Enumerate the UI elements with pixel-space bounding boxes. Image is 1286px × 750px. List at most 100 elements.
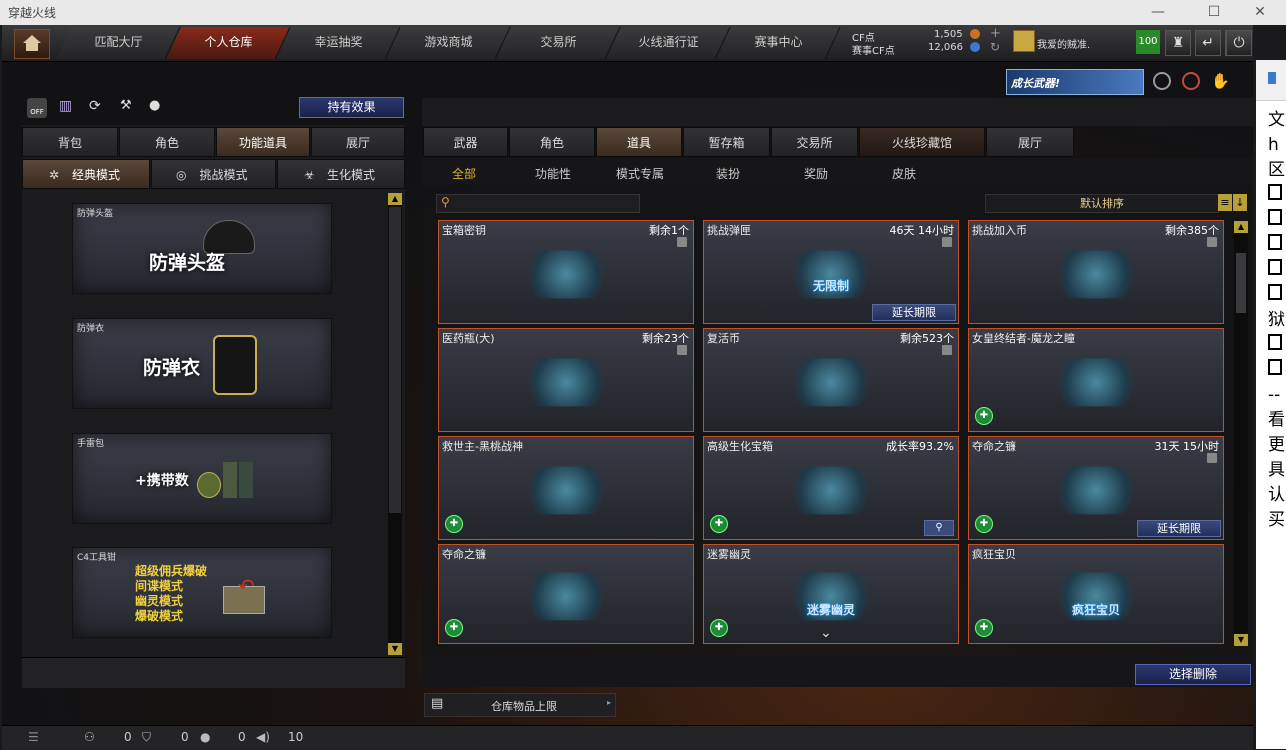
left-scrollbar[interactable]: ▲ ▼ xyxy=(388,193,402,655)
target-icon[interactable] xyxy=(1182,72,1200,90)
subtab-outfit[interactable]: 装扮 xyxy=(716,165,740,182)
preview-search-icon[interactable]: ⚲ xyxy=(924,520,954,536)
chat-icon[interactable]: ● xyxy=(200,730,210,744)
storage-limit-bar[interactable]: ▤ 仓库物品上限 ▸ xyxy=(424,693,616,717)
item-count: 46天 14小时 xyxy=(889,224,955,237)
item-card[interactable]: 救世主-黑桃战神 ✚ xyxy=(438,436,694,540)
nav-tab-exchange[interactable]: 交易所 xyxy=(496,27,621,59)
own-effect-button[interactable]: 持有效果 xyxy=(299,97,404,118)
stats-icon[interactable]: ▥ xyxy=(59,98,77,116)
grid-scroll-thumb[interactable] xyxy=(1236,253,1246,313)
mode-tab-challenge[interactable]: ◎ 挑战模式 xyxy=(151,159,276,189)
subtab-rewards[interactable]: 奖励 xyxy=(804,165,828,182)
maximize-icon[interactable]: ☐ xyxy=(1204,2,1224,22)
friends-icon[interactable]: ⚇ xyxy=(84,730,95,744)
grenade-icon[interactable]: ● xyxy=(149,98,167,116)
grid-scroll-up-icon[interactable]: ▲ xyxy=(1234,221,1248,233)
lock-icon[interactable] xyxy=(1207,453,1217,463)
right-tab-exchange[interactable]: 交易所 xyxy=(771,127,858,157)
return-icon[interactable]: ↵ xyxy=(1195,30,1221,56)
hand-icon[interactable]: ✋ xyxy=(1211,72,1230,90)
item-card[interactable]: 挑战弹匣 46天 14小时 无限制 延长期限 xyxy=(703,220,959,324)
right-tab-showroom[interactable]: 展厅 xyxy=(986,127,1074,157)
subtab-functional[interactable]: 功能性 xyxy=(535,165,571,182)
more-chevron-down-icon[interactable]: ⌄ xyxy=(820,625,832,641)
item-card[interactable]: 复活币 剩余523个 xyxy=(703,328,959,432)
left-tab-bag[interactable]: 背包 xyxy=(22,127,118,157)
nav-tab-lucky-draw[interactable]: 幸运抽奖 xyxy=(276,27,401,59)
menu-icon[interactable]: ☰ xyxy=(28,730,39,744)
subtab-mode-exclusive[interactable]: 模式专属 xyxy=(616,165,664,182)
nav-tab-warehouse[interactable]: 个人仓库 xyxy=(166,27,291,59)
volume-icon[interactable]: ◀) xyxy=(256,730,270,744)
left-tab-showroom[interactable]: 展厅 xyxy=(311,127,405,157)
right-tab-character[interactable]: 角色 xyxy=(509,127,595,157)
right-header-strip xyxy=(422,98,1253,126)
growth-weapon-banner[interactable]: 成长武器! xyxy=(1006,69,1144,95)
select-delete-button[interactable]: 选择删除 xyxy=(1135,664,1251,685)
nav-tab-events[interactable]: 赛事中心 xyxy=(716,27,841,59)
growth-badge-icon: ✚ xyxy=(975,619,993,637)
lock-icon[interactable] xyxy=(942,345,952,355)
mode-tab-biochem[interactable]: ☣ 生化模式 xyxy=(277,159,405,189)
grenade-pack-icon xyxy=(197,458,255,500)
shield-icon[interactable] xyxy=(1153,72,1171,90)
left-tab-functional-items[interactable]: 功能道具 xyxy=(216,127,310,157)
sort-direction-icon[interactable]: ↓ xyxy=(1233,194,1247,211)
item-count: 31天 15小时 xyxy=(1154,440,1220,453)
wrench-icon[interactable]: ⚒ xyxy=(120,98,138,116)
game-client: 匹配大厅 个人仓库 幸运抽奖 游戏商城 交易所 火线通行证 赛事中心 CF点 赛… xyxy=(2,25,1253,750)
home-button[interactable] xyxy=(14,29,50,59)
right-tab-storage[interactable]: 暂存箱 xyxy=(683,127,770,157)
scroll-up-icon[interactable]: ▲ xyxy=(388,193,402,205)
item-card[interactable]: 挑战加入币 剩余385个 xyxy=(968,220,1224,324)
card-vest[interactable]: 防弹衣 防弹衣 xyxy=(72,318,332,409)
item-card[interactable]: 夺命之镰 31天 15小时 ✚ 延长期限 xyxy=(968,436,1224,540)
card-helmet[interactable]: 防弹头盔 防弹头盔 xyxy=(72,203,332,294)
card-grenade-pack[interactable]: 手雷包 +携带数 xyxy=(72,433,332,524)
item-card[interactable]: 女皇终结者-魔龙之瞳 ✚ xyxy=(968,328,1224,432)
side-text-line: 看 xyxy=(1268,410,1285,430)
sort-list-icon[interactable]: ≡ xyxy=(1218,194,1232,211)
grid-scroll-down-icon[interactable]: ▼ xyxy=(1234,634,1248,646)
nav-tab-match-hall[interactable]: 匹配大厅 xyxy=(56,27,181,59)
status-bar: ☰ ⚇ 0 ⛉ 0 ● 0 ◀) 10 xyxy=(2,725,1253,750)
item-card[interactable]: 医药瓶(大) 剩余23个 xyxy=(438,328,694,432)
item-card[interactable]: 宝箱密钥 剩余1个 xyxy=(438,220,694,324)
extend-button[interactable]: 延长期限 xyxy=(872,304,956,321)
right-tab-items[interactable]: 道具 xyxy=(596,127,682,157)
lock-icon[interactable] xyxy=(942,237,952,247)
right-tab-collection[interactable]: 火线珍藏馆 xyxy=(859,127,985,157)
item-image xyxy=(786,466,876,515)
effects-off-icon[interactable]: OFF xyxy=(27,98,47,118)
card-c4-pliers[interactable]: C4工具钳 超级佣兵爆破 间谍模式 幽灵模式 爆破模式 ↶ xyxy=(72,547,332,638)
left-scroll-thumb[interactable] xyxy=(389,207,401,513)
scroll-down-icon[interactable]: ▼ xyxy=(388,643,402,655)
close-icon[interactable]: ✕ xyxy=(1250,2,1270,22)
subtab-skins[interactable]: 皮肤 xyxy=(892,165,916,182)
nav-tab-shop[interactable]: 游戏商城 xyxy=(386,27,511,59)
clan-icon[interactable]: ⛉ xyxy=(142,730,151,745)
right-tab-weapons[interactable]: 武器 xyxy=(423,127,508,157)
search-input[interactable] xyxy=(457,195,633,210)
extend-button[interactable]: 延长期限 xyxy=(1137,520,1221,537)
subtab-all[interactable]: 全部 xyxy=(452,165,476,182)
lock-icon[interactable] xyxy=(677,237,687,247)
search-field[interactable]: ⚲ xyxy=(436,194,640,213)
sort-dropdown[interactable]: 默认排序 xyxy=(985,194,1219,213)
mode-tab-classic[interactable]: ✲ 经典模式 xyxy=(22,159,150,189)
right-scrollbar[interactable]: ▲ ▼ xyxy=(1234,221,1248,646)
add-cf-icon[interactable]: + xyxy=(990,26,1001,41)
mail-icon[interactable]: ♜ xyxy=(1165,30,1191,56)
power-icon[interactable]: ⏻ xyxy=(1226,30,1252,56)
rotate-icon[interactable]: ⟳ xyxy=(89,98,107,116)
minimize-icon[interactable]: — xyxy=(1148,2,1168,22)
item-card[interactable]: 高级生化宝箱 成长率93.2% ✚ ⚲ xyxy=(703,436,959,540)
lock-icon[interactable] xyxy=(677,345,687,355)
lock-icon[interactable] xyxy=(1207,237,1217,247)
refresh-cf-icon[interactable]: ↻ xyxy=(990,40,1000,54)
left-tab-character[interactable]: 角色 xyxy=(119,127,215,157)
item-card[interactable]: 疯狂宝贝 疯狂宝贝 ✚ xyxy=(968,544,1224,644)
item-card[interactable]: 夺命之镰 ✚ xyxy=(438,544,694,644)
nav-tab-pass[interactable]: 火线通行证 xyxy=(606,27,731,59)
